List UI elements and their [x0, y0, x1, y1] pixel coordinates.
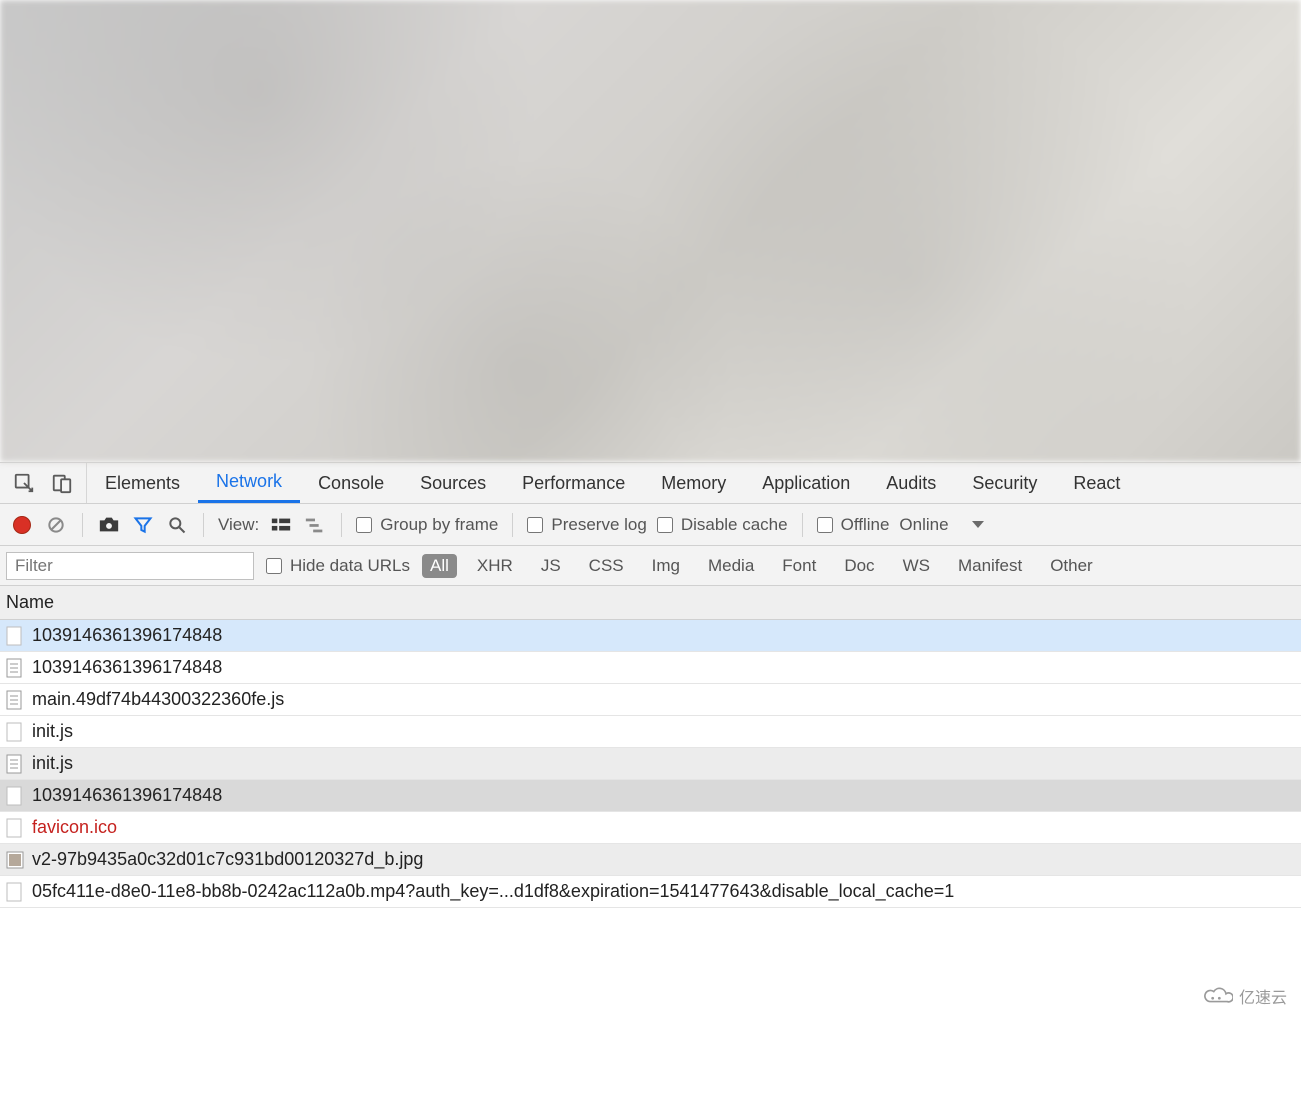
clear-button[interactable]	[44, 513, 68, 537]
network-filter-row: Hide data URLs All XHR JS CSS Img Media …	[0, 546, 1301, 586]
request-name: favicon.ico	[32, 817, 117, 838]
view-waterfall-icon[interactable]	[303, 513, 327, 537]
table-row[interactable]: 1039146361396174848	[0, 620, 1301, 652]
record-button[interactable]	[10, 513, 34, 537]
table-row[interactable]: 05fc411e-d8e0-11e8-bb8b-0242ac112a0b.mp4…	[0, 876, 1301, 908]
tab-sources[interactable]: Sources	[402, 463, 504, 503]
disable-cache-checkbox[interactable]: Disable cache	[657, 515, 788, 535]
file-type-icon	[6, 882, 24, 902]
view-large-rows-icon[interactable]	[269, 513, 293, 537]
request-name: init.js	[32, 753, 73, 774]
filter-input[interactable]	[6, 552, 254, 580]
view-label: View:	[218, 515, 259, 535]
devtools-tab-bar: Elements Network Console Sources Perform…	[0, 462, 1301, 504]
tab-console[interactable]: Console	[300, 463, 402, 503]
hide-data-urls-label: Hide data URLs	[290, 556, 410, 576]
throttling-selected-value: Online	[899, 515, 948, 535]
request-name: 1039146361396174848	[32, 657, 222, 678]
request-name: init.js	[32, 721, 73, 742]
request-name: 05fc411e-d8e0-11e8-bb8b-0242ac112a0b.mp4…	[32, 881, 954, 902]
group-by-frame-label: Group by frame	[380, 515, 498, 535]
network-request-list: 1039146361396174848 1039146361396174848 ma…	[0, 620, 1301, 908]
filter-toggle-icon[interactable]	[131, 513, 155, 537]
type-filter-img[interactable]: Img	[644, 554, 688, 578]
tab-application[interactable]: Application	[744, 463, 868, 503]
type-filter-css[interactable]: CSS	[581, 554, 632, 578]
file-type-icon	[6, 658, 24, 678]
disable-cache-label: Disable cache	[681, 515, 788, 535]
tab-react[interactable]: React	[1055, 463, 1138, 503]
tab-elements[interactable]: Elements	[87, 463, 198, 503]
tab-network[interactable]: Network	[198, 463, 300, 503]
watermark-text: 亿速云	[1239, 984, 1287, 1008]
throttling-select[interactable]: Online	[899, 515, 984, 535]
offline-checkbox[interactable]: Offline	[817, 515, 890, 535]
table-row[interactable]: 1039146361396174848	[0, 652, 1301, 684]
type-filter-all[interactable]: All	[422, 554, 457, 578]
page-footer-blank: 亿速云	[0, 908, 1301, 1018]
request-name: 1039146361396174848	[32, 785, 222, 806]
table-row[interactable]: init.js	[0, 716, 1301, 748]
type-filter-ws[interactable]: WS	[895, 554, 938, 578]
file-type-icon	[6, 722, 24, 742]
table-row[interactable]: v2-97b9435a0c32d01c7c931bd00120327d_b.jp…	[0, 844, 1301, 876]
hide-data-urls-checkbox[interactable]: Hide data URLs	[266, 556, 410, 576]
tab-performance[interactable]: Performance	[504, 463, 643, 503]
preserve-log-checkbox[interactable]: Preserve log	[527, 515, 646, 535]
request-name: v2-97b9435a0c32d01c7c931bd00120327d_b.jp…	[32, 849, 423, 870]
tab-audits[interactable]: Audits	[868, 463, 954, 503]
group-by-frame-checkbox[interactable]: Group by frame	[356, 515, 498, 535]
type-filter-js[interactable]: JS	[533, 554, 569, 578]
screenshot-icon[interactable]	[97, 513, 121, 537]
request-name: main.49df74b44300322360fe.js	[32, 689, 284, 710]
preserve-log-label: Preserve log	[551, 515, 646, 535]
table-row[interactable]: 1039146361396174848	[0, 780, 1301, 812]
watermark: 亿速云	[1199, 984, 1287, 1008]
type-filter-font[interactable]: Font	[774, 554, 824, 578]
type-filter-xhr[interactable]: XHR	[469, 554, 521, 578]
offline-label: Offline	[841, 515, 890, 535]
devtools-tab-list: Elements Network Console Sources Perform…	[87, 463, 1138, 503]
request-name: 1039146361396174848	[32, 625, 222, 646]
network-toolbar: View: Group by frame Preserve log Disabl…	[0, 504, 1301, 546]
file-type-icon	[6, 690, 24, 710]
type-filter-other[interactable]: Other	[1042, 554, 1101, 578]
type-filter-doc[interactable]: Doc	[836, 554, 882, 578]
file-type-icon	[6, 626, 24, 646]
inspect-element-icon[interactable]	[12, 471, 36, 495]
network-table-header[interactable]: Name	[0, 586, 1301, 620]
resource-type-filters: All XHR JS CSS Img Media Font Doc WS Man…	[422, 554, 1101, 578]
file-type-icon	[6, 786, 24, 806]
search-icon[interactable]	[165, 513, 189, 537]
file-type-icon	[6, 850, 24, 870]
type-filter-manifest[interactable]: Manifest	[950, 554, 1030, 578]
toggle-device-toolbar-icon[interactable]	[50, 471, 74, 495]
table-row[interactable]: favicon.ico	[0, 812, 1301, 844]
page-content-blurred	[0, 0, 1301, 462]
tab-memory[interactable]: Memory	[643, 463, 744, 503]
type-filter-media[interactable]: Media	[700, 554, 762, 578]
tab-security[interactable]: Security	[954, 463, 1055, 503]
table-row[interactable]: init.js	[0, 748, 1301, 780]
file-type-icon	[6, 754, 24, 774]
table-row[interactable]: main.49df74b44300322360fe.js	[0, 684, 1301, 716]
column-name-header[interactable]: Name	[6, 592, 54, 613]
file-type-icon	[6, 818, 24, 838]
